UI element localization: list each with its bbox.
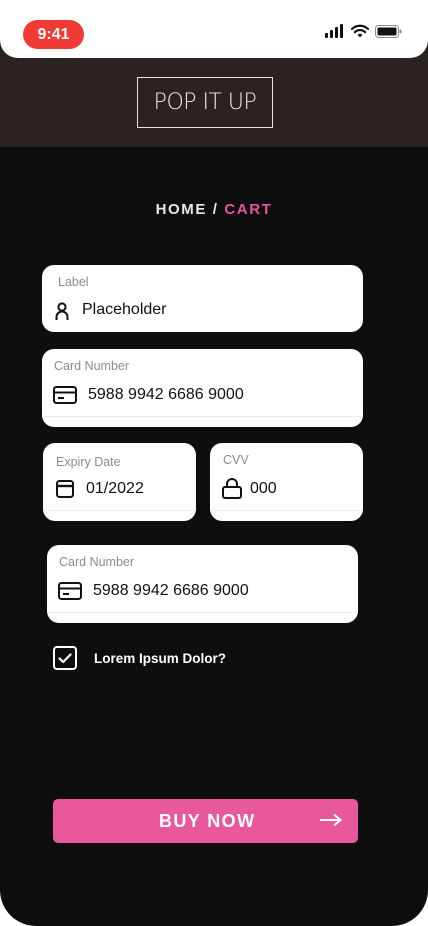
status-time: 9:41 [23, 20, 84, 49]
expiry-date-field[interactable]: Expiry Date 01/2022 [43, 443, 196, 521]
cvv-field[interactable]: CVV 000 [210, 443, 363, 521]
label-field[interactable]: Label Placeholder [42, 265, 363, 332]
credit-card-icon [53, 386, 77, 404]
calendar-icon [56, 480, 74, 498]
battery-icon [375, 24, 402, 38]
brand-logo[interactable]: POP IT UP [137, 77, 273, 128]
wifi-icon [351, 24, 369, 38]
buy-now-button[interactable]: BUY NOW [53, 799, 358, 843]
card-number-2-underline [47, 612, 358, 613]
label-field-value[interactable]: Placeholder [82, 301, 167, 319]
breadcrumb-current: CART [224, 201, 273, 218]
checkmark-icon [58, 652, 72, 663]
card-number-2-value[interactable]: 5988 9942 6686 9000 [93, 582, 249, 600]
breadcrumb-home[interactable]: HOME [156, 201, 207, 218]
card-number-2-label: Card Number [59, 555, 135, 569]
agree-checkbox[interactable] [53, 646, 77, 670]
card-number-label: Card Number [54, 359, 130, 373]
cvv-value[interactable]: 000 [250, 480, 277, 498]
lock-icon [222, 478, 242, 499]
expiry-date-underline [43, 510, 196, 511]
cvv-underline [210, 510, 363, 511]
breadcrumb-separator: / [212, 201, 219, 218]
card-number-field-2[interactable]: Card Number 5988 9942 6686 9000 [47, 545, 358, 623]
app-header: POP IT UP [0, 44, 428, 147]
arrow-right-icon [320, 813, 343, 827]
status-bar: 9:41 [0, 0, 428, 58]
expiry-date-label: Expiry Date [56, 455, 121, 469]
cellular-signal-icon [325, 24, 343, 38]
card-number-field[interactable]: Card Number 5988 9942 6686 9000 [42, 349, 363, 427]
buy-now-label: BUY NOW [159, 811, 256, 831]
cvv-label: CVV [223, 453, 249, 467]
person-icon [55, 302, 69, 320]
credit-card-icon [58, 582, 82, 600]
label-field-label: Label [58, 275, 89, 289]
status-icons [325, 24, 402, 38]
app-screen: 9:41 POP IT UP HOME / CART Label Placeho… [0, 0, 428, 926]
breadcrumb: HOME / CART [0, 201, 428, 218]
card-number-underline [42, 416, 363, 417]
expiry-date-value[interactable]: 01/2022 [86, 480, 144, 498]
agree-checkbox-label: Lorem Ipsum Dolor? [94, 650, 227, 666]
card-number-value[interactable]: 5988 9942 6686 9000 [88, 386, 244, 404]
agree-checkbox-row[interactable]: Lorem Ipsum Dolor? [53, 646, 226, 670]
